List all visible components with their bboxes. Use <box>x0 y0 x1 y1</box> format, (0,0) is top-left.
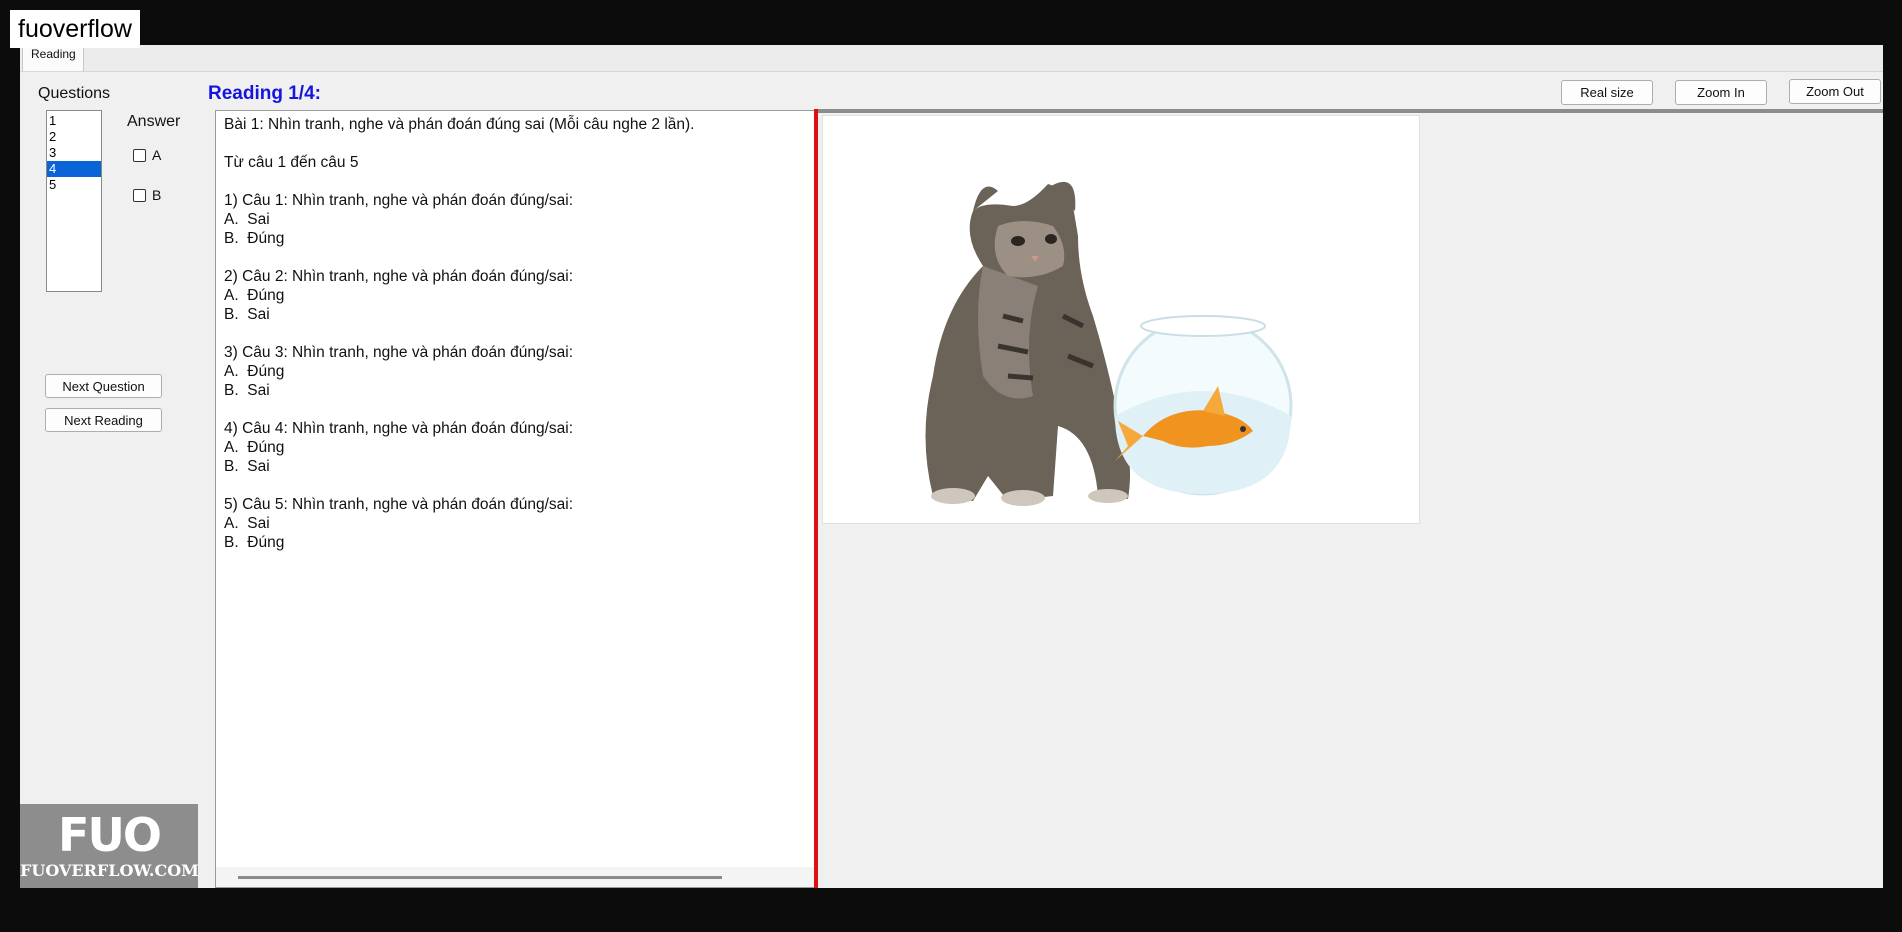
answer-b-checkbox[interactable] <box>133 188 146 202</box>
real-size-button[interactable]: Real size <box>1561 80 1653 105</box>
tab-reading[interactable]: Reading <box>22 45 84 71</box>
reading-image <box>822 115 1420 524</box>
tab-strip: Reading <box>20 45 1883 72</box>
reading-line: A. Đúng <box>224 439 285 456</box>
reading-line <box>224 172 695 191</box>
reading-line: Bài 1: Nhìn tranh, nghe và phán đoán đún… <box>224 116 695 133</box>
reading-line <box>224 248 695 267</box>
reading-line: A. Sai <box>224 515 270 532</box>
question-item-2[interactable]: 2 <box>47 129 101 145</box>
fuoverflow-logo: FUO FUOVERFLOW.COM <box>20 804 199 888</box>
reading-line <box>224 324 695 343</box>
cat-and-fishbowl-illustration <box>925 181 1293 506</box>
reading-line: 3) Câu 3: Nhìn tranh, nghe và phán đoán … <box>224 344 573 361</box>
question-item-1[interactable]: 1 <box>47 113 101 129</box>
reading-line: A. Đúng <box>224 287 285 304</box>
answer-a-checkbox[interactable] <box>133 148 146 162</box>
reading-line: 4) Câu 4: Nhìn tranh, nghe và phán đoán … <box>224 420 573 437</box>
logo-mark: FUO <box>58 808 162 862</box>
reading-line <box>224 134 695 153</box>
kitten-figure <box>925 181 1131 506</box>
horizontal-scrollbar[interactable] <box>216 867 815 887</box>
logo-caption: FUOVERFLOW.COM <box>20 861 199 880</box>
question-item-4[interactable]: 4 <box>47 161 101 177</box>
reading-line: B. Sai <box>224 382 270 399</box>
answer-b-label: B <box>152 187 162 203</box>
watermark-text: fuoverflow <box>10 10 140 48</box>
reading-line: B. Đúng <box>224 230 285 247</box>
reading-text-panel[interactable]: Bài 1: Nhìn tranh, nghe và phán đoán đún… <box>215 110 815 888</box>
question-item-5[interactable]: 5 <box>47 177 101 193</box>
reading-line: 2) Câu 2: Nhìn tranh, nghe và phán đoán … <box>224 268 573 285</box>
reading-line: B. Đúng <box>224 534 285 551</box>
answer-option-b[interactable]: B <box>133 187 161 203</box>
reading-title: Reading 1/4: <box>208 83 321 104</box>
questions-listbox[interactable]: 12345 <box>46 110 102 292</box>
questions-label: Questions <box>38 85 111 102</box>
scrollbar-thumb[interactable] <box>238 876 722 879</box>
app-window: Reading Questions 12345 Answer A B Next … <box>20 45 1883 888</box>
fishbowl-figure <box>1113 315 1293 496</box>
reading-line <box>224 476 695 495</box>
reading-line: B. Sai <box>224 458 270 475</box>
reading-line <box>224 400 695 419</box>
answer-a-label: A <box>152 147 162 163</box>
reading-line: A. Đúng <box>224 363 285 380</box>
zoom-out-button[interactable]: Zoom Out <box>1789 79 1881 104</box>
image-panel-top-border <box>818 109 1883 113</box>
reading-line: A. Sai <box>224 211 270 228</box>
answer-label: Answer <box>127 113 181 130</box>
reading-line: 5) Câu 5: Nhìn tranh, nghe và phán đoán … <box>224 496 573 513</box>
question-item-3[interactable]: 3 <box>47 145 101 161</box>
panel-splitter[interactable] <box>814 109 818 888</box>
reading-line: 1) Câu 1: Nhìn tranh, nghe và phán đoán … <box>224 192 573 209</box>
reading-line: Từ câu 1 đến câu 5 <box>224 154 359 171</box>
next-reading-button[interactable]: Next Reading <box>45 408 162 432</box>
answer-option-a[interactable]: A <box>133 147 161 163</box>
reading-text: Bài 1: Nhìn tranh, nghe và phán đoán đún… <box>224 115 695 552</box>
next-question-button[interactable]: Next Question <box>45 374 162 398</box>
zoom-in-button[interactable]: Zoom In <box>1675 80 1767 105</box>
reading-line: B. Sai <box>224 306 270 323</box>
